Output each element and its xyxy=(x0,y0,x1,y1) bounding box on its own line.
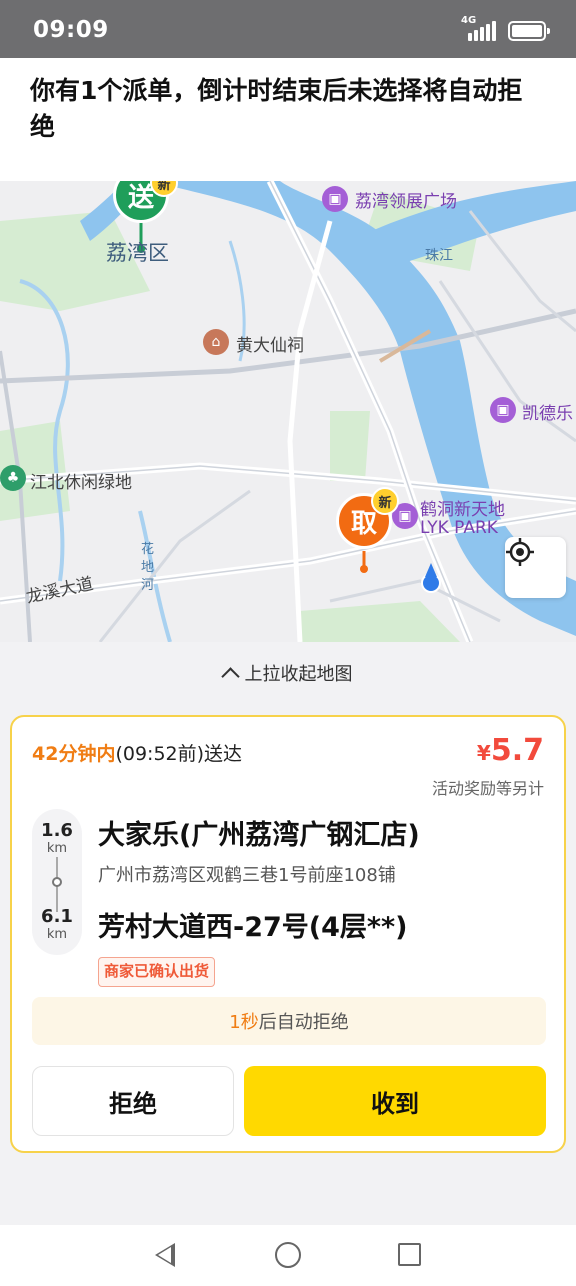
bonus-note: 活动奖励等另计 xyxy=(431,779,544,798)
park-icon: ♣ xyxy=(0,465,26,491)
temple-icon: ⌂ xyxy=(203,329,229,355)
shop-name: 大家乐(广州荔湾广钢汇店) xyxy=(98,820,420,851)
network-type: 4G xyxy=(461,15,477,26)
price-value: 5.7 xyxy=(490,733,544,768)
order-price: ¥5.7 xyxy=(477,733,544,768)
system-nav-bar xyxy=(0,1225,576,1286)
delivery-deadline: 42分钟内(09:52前)送达 xyxy=(32,739,242,766)
merchant-confirmed-badge: 商家已确认出货 xyxy=(98,957,216,987)
map-label-liwan-mall: 荔湾领展广场 xyxy=(355,192,457,212)
countdown-seconds: 1秒 xyxy=(229,1012,259,1033)
map-label-huadi-river: 花地河 xyxy=(141,542,155,593)
chevron-up-icon xyxy=(220,667,240,686)
delivery-distance-value: 6.1 xyxy=(41,906,73,927)
route-distance-column: 1.6 km 6.1 km xyxy=(32,809,82,955)
pickup-distance: 1.6 km xyxy=(32,821,82,857)
pickup-distance-unit: km xyxy=(46,841,68,856)
home-icon[interactable] xyxy=(275,1242,301,1268)
map-label-jiangbei-park: 江北休闲绿地 xyxy=(30,473,132,493)
map-label-kaide: 凯德乐 xyxy=(522,404,573,424)
collapse-map-label: 上拉收起地图 xyxy=(244,664,353,685)
locate-button[interactable] xyxy=(505,537,566,598)
collapse-map-hint[interactable]: 上拉收起地图 xyxy=(0,642,576,704)
countdown-text: 后自动拒绝 xyxy=(258,1012,349,1033)
status-time: 09:09 xyxy=(33,17,109,43)
map-view[interactable]: ▣ 荔湾领展广场 荔湾区 珠江 ⌂ 黄大仙祠 ▣ 凯德乐 ♣ 江北休闲绿地 ▣ … xyxy=(0,181,576,642)
dispatch-notice: 你有1个派单，倒计时结束后未选择将自动拒绝 xyxy=(0,58,576,181)
route-dot-icon xyxy=(52,877,62,887)
notice-text: 你有1个派单，倒计时结束后未选择将自动拒绝 xyxy=(30,76,523,141)
destination-address: 芳村大道西-27号(4层**) xyxy=(98,912,408,943)
locate-icon xyxy=(506,538,534,566)
reject-button[interactable]: 拒绝 xyxy=(32,1066,234,1136)
map-label-pearl-river: 珠江 xyxy=(425,248,453,264)
mall-icon: ▣ xyxy=(322,186,348,212)
mall-icon: ▣ xyxy=(490,397,516,423)
status-icons: 4G xyxy=(461,15,550,44)
delivery-distance: 6.1 km xyxy=(32,907,82,943)
order-card[interactable]: 42分钟内(09:52前)送达 ¥5.7 活动奖励等另计 1.6 km 6.1 … xyxy=(10,715,566,1153)
status-bar: 09:09 4G xyxy=(0,0,576,58)
map-label-liwan-district: 荔湾区 xyxy=(106,241,169,265)
deadline-rest: (09:52前)送达 xyxy=(115,743,243,765)
recents-icon[interactable] xyxy=(398,1243,421,1266)
pickup-distance-value: 1.6 xyxy=(41,820,73,841)
back-icon[interactable] xyxy=(155,1243,175,1267)
map-label-lyk-park: LYK PARK xyxy=(420,518,498,538)
map-label-huangdaxian: 黄大仙祠 xyxy=(236,336,304,356)
delivery-distance-unit: km xyxy=(46,927,68,942)
map-label-hedong: 鹤洞新天地 xyxy=(420,500,505,520)
deadline-highlight: 42分钟内 xyxy=(32,743,116,765)
auto-reject-countdown: 1秒 后自动拒绝 xyxy=(32,997,546,1045)
price-symbol: ¥ xyxy=(476,741,491,765)
signal-icon: 4G xyxy=(461,15,496,43)
shop-address: 广州市荔湾区观鹤三巷1号前座108铺 xyxy=(98,865,396,886)
accept-button[interactable]: 收到 xyxy=(244,1066,546,1136)
battery-icon xyxy=(508,21,550,41)
pickup-new-badge: 新 xyxy=(371,487,399,515)
